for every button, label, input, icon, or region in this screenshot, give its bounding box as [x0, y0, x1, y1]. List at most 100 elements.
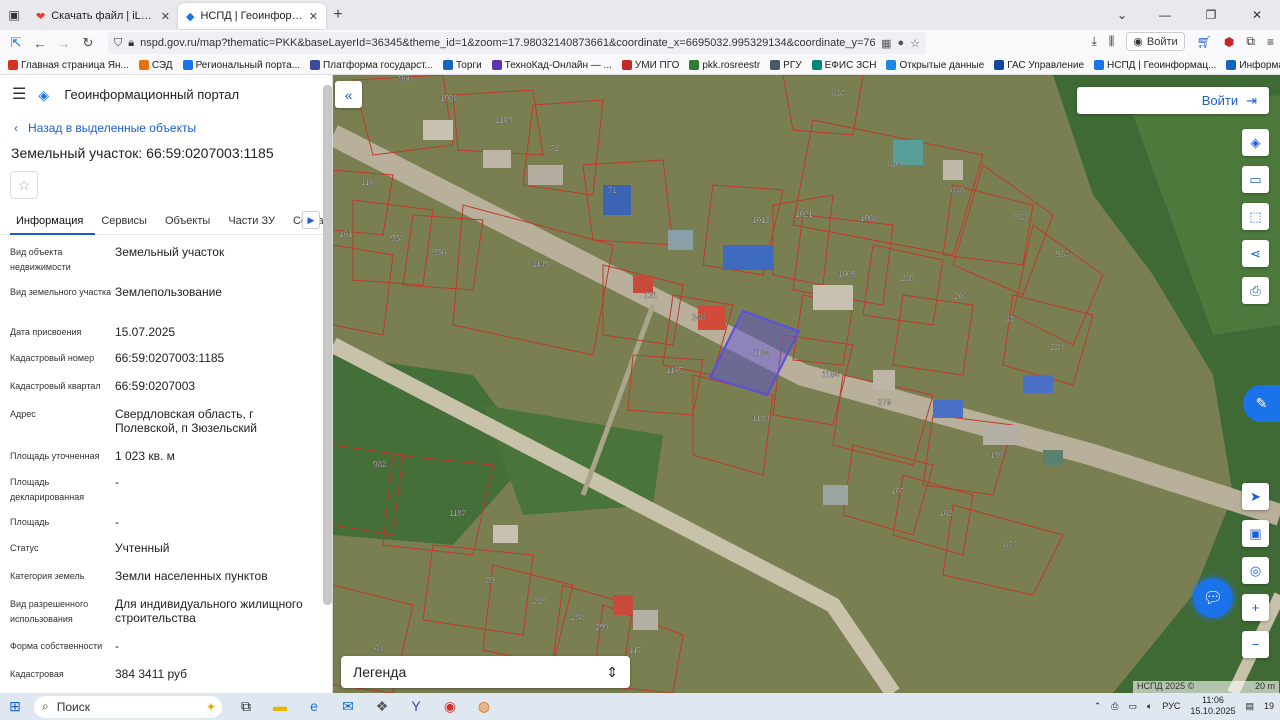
back-to-selected-link[interactable]: ‹ Назад в выделенные объекты [0, 121, 332, 135]
ruler-icon[interactable]: ▭ [1242, 166, 1269, 193]
select-area-icon[interactable]: ⬚ [1242, 203, 1269, 230]
back-button[interactable]: ← [28, 36, 52, 51]
new-tab-button[interactable]: + [326, 6, 350, 24]
minimap-icon[interactable]: ▣ [1242, 520, 1269, 547]
menu-icon[interactable]: ≡ [1267, 35, 1274, 49]
locate-icon[interactable]: ◎ [1242, 557, 1269, 584]
addon-icon[interactable]: ⬢ [1224, 35, 1234, 49]
browser-tab-ilovepdf[interactable]: ❤ Скачать файл | iLovePDF ✕ [28, 3, 178, 29]
network-icon[interactable]: ▭ [1128, 701, 1137, 712]
language-indicator[interactable]: РУС [1162, 701, 1180, 711]
app-icon[interactable]: ❖ [372, 698, 392, 715]
cart-icon[interactable]: 🛒︎ [1197, 35, 1212, 49]
parcel-label: 982 [373, 460, 387, 469]
bookmark-item[interactable]: Региональный порта... [182, 60, 300, 71]
portal-title: Геоинформационный портал [64, 86, 240, 102]
tray-overflow-icon[interactable]: ⌃ [1094, 701, 1102, 712]
hamburger-menu-icon[interactable]: ☰ [12, 84, 26, 104]
windows-start-icon[interactable]: ⊞ [0, 698, 30, 715]
tab-info[interactable]: Информация [10, 207, 96, 235]
zoom-in-button[interactable]: + [1242, 594, 1269, 621]
parcel-label: 248 [692, 313, 706, 322]
parcel-label: 966 [399, 75, 413, 83]
printer-tray-icon[interactable]: ⎙ [1111, 701, 1118, 712]
tab-overflow-chevron-icon[interactable]: ⌄ [1102, 8, 1142, 22]
close-tab-icon[interactable]: ✕ [161, 10, 170, 23]
chrome-icon[interactable]: ◉ [440, 698, 460, 715]
tab-parts[interactable]: Части ЗУ [222, 207, 287, 235]
property-label: Дата присвоения [10, 327, 82, 337]
navigate-icon[interactable]: ➤ [1242, 483, 1269, 510]
help-widget-button[interactable]: ✎ [1243, 385, 1280, 422]
zoom-out-button[interactable]: − [1242, 631, 1269, 658]
property-label: Площадь [10, 517, 50, 527]
close-tab-icon[interactable]: ✕ [309, 10, 318, 23]
layers-icon[interactable]: ◈ [1242, 129, 1269, 156]
parcel-label: 1187 [449, 509, 467, 518]
reload-button[interactable]: ↻ [76, 35, 100, 51]
volume-icon[interactable]: 🔈︎ [1147, 701, 1152, 712]
share-icon[interactable]: ⋖ [1242, 240, 1269, 267]
chat-button[interactable]: 💬︎ [1193, 578, 1233, 618]
property-row: Вид земельного участка Землепользование [10, 285, 332, 325]
bookmark-item[interactable]: НСПД | Геоинформац... [1094, 60, 1216, 71]
outlook-icon[interactable]: ✉ [338, 698, 358, 715]
map-view[interactable]: 966 1030 1169 72 837 1160 71 839 840 1013 1021 1008… [333, 75, 1280, 693]
bookmark-icon [1094, 60, 1105, 70]
close-window-button[interactable]: ✕ [1234, 8, 1280, 22]
account-login-button[interactable]: ◉ Войти [1126, 32, 1185, 51]
address-bar[interactable]: ⛉ 🔒︎ nspd.gov.ru/map?thematic=PKK&baseLa… [108, 32, 926, 54]
bookmark-item[interactable]: УМИ ПГО [621, 60, 679, 71]
bookmark-item[interactable]: Платформа государст... [310, 60, 433, 71]
notifications-icon[interactable]: ▤ [1245, 701, 1254, 712]
bookmark-item[interactable]: ГАС Управление [994, 60, 1084, 71]
bookmark-item[interactable]: Главная страница Ян... [8, 60, 129, 71]
bookmark-label: РГУ [783, 59, 802, 71]
yandex-icon[interactable]: Y [406, 698, 426, 715]
bookmark-item[interactable]: Информация о граж... [1226, 60, 1280, 71]
property-value: Земельный участок [115, 245, 225, 259]
restore-button[interactable]: ❐ [1188, 8, 1234, 22]
bookmark-item[interactable]: pkk.rosreestr [689, 60, 760, 71]
bookmark-star-icon[interactable]: ☆ [910, 37, 920, 50]
edge-icon[interactable]: e [304, 698, 324, 715]
firefox-icon[interactable]: ◍ [474, 698, 494, 715]
bookmark-item[interactable]: Торги [442, 60, 482, 71]
clock[interactable]: 11:06 15.10.2025 [1190, 695, 1235, 717]
library-icon[interactable]: ⫼ [1109, 34, 1115, 49]
parcel-label: 1184 [822, 370, 840, 379]
favorite-star-button[interactable]: ☆ [10, 171, 38, 199]
collapse-panel-button[interactable]: « [335, 81, 362, 108]
satellite-map[interactable]: 966 1030 1169 72 837 1160 71 839 840 1013 1021 1008… [333, 75, 1280, 693]
bookmark-item[interactable]: ТехноКад-Онлайн — ... [491, 60, 612, 71]
property-row: Вид разрешенного использования Для индиви… [10, 597, 332, 639]
print-icon[interactable]: ⎙ [1242, 277, 1269, 304]
share-icon[interactable]: ⇱ [4, 35, 28, 51]
task-view-icon[interactable]: ⧉ [236, 698, 256, 715]
minimize-button[interactable]: — [1142, 8, 1188, 22]
parcel-label: 279 [878, 398, 892, 407]
tab-objects[interactable]: Объекты [159, 207, 222, 235]
panel-scrollbar[interactable] [323, 85, 332, 605]
downloads-icon[interactable]: ⤓ [1091, 34, 1096, 49]
extension-icon[interactable]: ● [897, 37, 904, 50]
bookmark-item[interactable]: Открытые данные [886, 60, 984, 71]
bookmark-icon [770, 60, 781, 70]
taskbar-search[interactable]: ⌕ Поиск ✦ [34, 695, 222, 718]
extensions-icon[interactable]: ⧉ [1246, 34, 1255, 49]
forward-button[interactable]: → [52, 36, 76, 51]
map-login-button[interactable]: Войти ⇥ [1077, 87, 1269, 114]
tabs-scroll-right-button[interactable]: ▶ [302, 211, 320, 229]
legend-dropdown[interactable]: Легенда ⇕ [341, 656, 630, 688]
bookmark-icon [8, 60, 18, 70]
bookmark-item[interactable]: СЭД [138, 60, 173, 71]
property-row: Площадь - [10, 515, 332, 541]
bookmark-item[interactable]: ЕФИС ЗСН [811, 60, 876, 71]
browser-tab-nspd[interactable]: ◆ НСПД | Геоинформационный ✕ [178, 3, 326, 29]
file-explorer-icon[interactable]: ▬ [270, 698, 290, 715]
page-action-icon[interactable]: ▦ [881, 37, 891, 50]
tab-list-icon[interactable]: ▣ [0, 0, 28, 30]
property-row: Кадастровый номер 66:59:0207003:1185 [10, 351, 332, 379]
bookmark-item[interactable]: РГУ [770, 59, 802, 71]
tab-services[interactable]: Сервисы [95, 207, 159, 235]
